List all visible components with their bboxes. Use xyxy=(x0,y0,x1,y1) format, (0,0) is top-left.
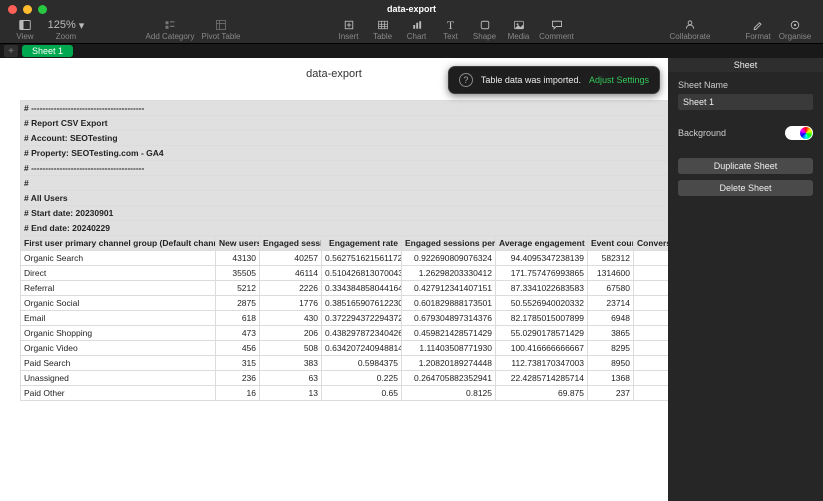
add-sheet-button[interactable]: + xyxy=(4,45,18,57)
collaborate-icon xyxy=(684,18,696,32)
pivot-table-button[interactable]: Pivot Table xyxy=(198,18,244,42)
table-button[interactable]: Table xyxy=(366,18,400,42)
meta-row: # --------------------------------------… xyxy=(21,161,669,176)
window-title: data-export xyxy=(0,4,823,14)
media-icon xyxy=(513,18,525,32)
table-row[interactable]: Paid Other16130.650.812569.875237 xyxy=(21,386,669,401)
canvas[interactable]: ? Table data was imported. Adjust Settin… xyxy=(0,58,668,501)
organise-button[interactable]: Organise xyxy=(775,18,815,42)
meta-row: # All Users xyxy=(21,191,669,206)
add-category-button[interactable]: Add Category xyxy=(142,18,198,42)
inspector-panel: Sheet Sheet Name Background Duplicate Sh… xyxy=(668,58,823,501)
table-row[interactable]: Referral521222260.3343848580441640.42791… xyxy=(21,281,669,296)
insert-button[interactable]: Insert xyxy=(332,18,366,42)
pivot-icon xyxy=(215,18,227,32)
minimize-icon[interactable] xyxy=(23,5,32,14)
sheet-name-label: Sheet Name xyxy=(678,80,813,90)
table-row[interactable]: Organic Social287517760.3851659076122300… xyxy=(21,296,669,311)
sheet-tabs-bar: + Sheet 1 xyxy=(0,44,823,58)
table-row[interactable]: Paid Search3153830.59843751.208201892744… xyxy=(21,356,669,371)
window-controls xyxy=(8,5,47,14)
chart-button[interactable]: Chart xyxy=(400,18,434,42)
header-row: First user primary channel group (Defaul… xyxy=(21,236,669,251)
inspector-tab-sheet[interactable]: Sheet xyxy=(668,58,823,72)
notification-message: Table data was imported. xyxy=(481,75,581,85)
collaborate-button[interactable]: Collaborate xyxy=(665,18,715,42)
background-toggle[interactable] xyxy=(785,126,813,140)
toolbar: View 125%▾ Zoom Add Category Pivot Table… xyxy=(0,18,823,44)
shape-icon xyxy=(479,18,491,32)
table-row[interactable]: Unassigned236630.2250.26470588235294122.… xyxy=(21,371,669,386)
meta-row: # Start date: 20230901 xyxy=(21,206,669,221)
adjust-settings-button[interactable]: Adjust Settings xyxy=(589,75,649,85)
comment-button[interactable]: Comment xyxy=(536,18,578,42)
sheet-name-input[interactable] xyxy=(678,94,813,110)
meta-row: # Report CSV Export xyxy=(21,116,669,131)
text-button[interactable]: T Text xyxy=(434,18,468,42)
meta-row: # Property: SEOTesting.com - GA4 xyxy=(21,146,669,161)
table-row[interactable]: Email6184300.3722943722943720.6793048973… xyxy=(21,311,669,326)
comment-icon xyxy=(551,18,563,32)
zoom-value: 125%▾ xyxy=(48,18,85,32)
sidebar-icon xyxy=(19,18,31,32)
view-button[interactable]: View xyxy=(8,18,42,42)
chevron-down-icon: ▾ xyxy=(79,19,85,32)
zoom-button[interactable]: 125%▾ Zoom xyxy=(42,18,90,42)
format-button[interactable]: Format xyxy=(741,18,775,42)
close-icon[interactable] xyxy=(8,5,17,14)
delete-sheet-button[interactable]: Delete Sheet xyxy=(678,180,813,196)
table-row[interactable]: Organic Search43130402570.56275162156117… xyxy=(21,251,669,266)
data-table[interactable]: # --------------------------------------… xyxy=(20,100,668,401)
meta-row: # Account: SEOTesting xyxy=(21,131,669,146)
table-icon xyxy=(377,18,389,32)
sheet-tab-active[interactable]: Sheet 1 xyxy=(22,45,73,57)
table-row[interactable]: Organic Video4565080.6342072409488141.11… xyxy=(21,341,669,356)
background-label: Background xyxy=(678,128,726,138)
table-row[interactable]: Organic Shopping4732060.4382978723404260… xyxy=(21,326,669,341)
import-notification: ? Table data was imported. Adjust Settin… xyxy=(448,66,660,94)
insert-icon xyxy=(343,18,355,32)
media-button[interactable]: Media xyxy=(502,18,536,42)
meta-row: # xyxy=(21,176,669,191)
chart-icon xyxy=(411,18,423,32)
maximize-icon[interactable] xyxy=(38,5,47,14)
format-icon xyxy=(752,18,764,32)
meta-row: # --------------------------------------… xyxy=(21,101,669,116)
text-icon: T xyxy=(447,18,454,32)
titlebar: data-export xyxy=(0,0,823,18)
category-icon xyxy=(164,18,176,32)
duplicate-sheet-button[interactable]: Duplicate Sheet xyxy=(678,158,813,174)
organise-icon xyxy=(789,18,801,32)
meta-row: # End date: 20240229 xyxy=(21,221,669,236)
help-icon[interactable]: ? xyxy=(459,73,473,87)
shape-button[interactable]: Shape xyxy=(468,18,502,42)
table-row[interactable]: Direct35505461140.5104268130700431.26298… xyxy=(21,266,669,281)
